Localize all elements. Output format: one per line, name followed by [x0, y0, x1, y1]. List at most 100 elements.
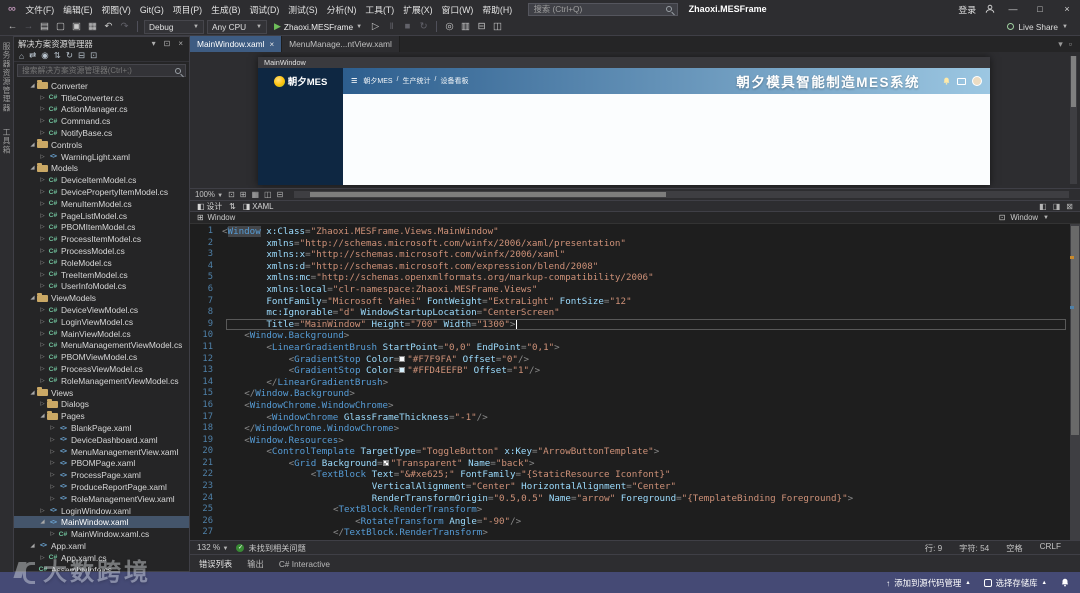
tree-item-ActionManager.cs[interactable]: ▷ C# ActionManager.cs [14, 104, 189, 116]
switch-views-icon[interactable]: ⇄ [29, 50, 36, 61]
expander-icon[interactable]: ▷ [38, 319, 47, 325]
tree-item-DeviceDashboard.xaml[interactable]: ▷ <> DeviceDashboard.xaml [14, 434, 189, 446]
xaml-code-editor[interactable]: 1 <Window x:Class="Zhaoxi.MESFrame.Views.… [190, 224, 1080, 540]
expander-icon[interactable]: ▷ [38, 342, 47, 348]
tree-item-ProcessViewModel.cs[interactable]: ▷ C# ProcessViewModel.cs [14, 363, 189, 375]
tree-item-App.xaml.cs[interactable]: ▷ C# App.xaml.cs [14, 552, 189, 564]
sync-active-document-icon[interactable]: ⇅ [54, 50, 61, 61]
solution-search-input[interactable] [22, 66, 171, 75]
panel-tab-0[interactable]: 错误列表 [199, 558, 232, 570]
menu-item-12[interactable]: 帮助(H) [478, 5, 517, 15]
code-line-8[interactable]: 8 mc:Ignorable="d" WindowStartupLocation… [190, 307, 1070, 319]
panel-tab-1[interactable]: 输出 [247, 558, 264, 570]
window-preview[interactable]: MainWindow 朝夕MES ≡ 朝夕MES / 生产统计 / 设备看板 朝… [258, 57, 990, 185]
tree-item-PBOMViewModel.cs[interactable]: ▷ C# PBOMViewModel.cs [14, 351, 189, 363]
tool-window-tab-0[interactable]: 服务器资源管理器 [1, 42, 12, 112]
menu-item-11[interactable]: 窗口(W) [437, 5, 478, 15]
expander-icon[interactable]: ▷ [38, 248, 47, 254]
float-window-icon[interactable]: ▫ [1069, 39, 1072, 49]
code-line-4[interactable]: 4 xmlns:d="http://schemas.microsoft.com/… [190, 261, 1070, 273]
preview-nav-item[interactable]: 生产统计 [403, 76, 431, 86]
code-line-12[interactable]: 12 <GradientStop Color= "#F7F9FA" Offset=… [190, 354, 1070, 366]
code-line-21[interactable]: 21 <Grid Background= "Transparent" Name="… [190, 458, 1070, 470]
expander-icon[interactable]: ▷ [38, 213, 47, 219]
indent-indicator[interactable]: 空格 [1006, 542, 1022, 554]
collapse-all-icon[interactable]: ⊟ [78, 50, 85, 61]
code-line-11[interactable]: 11 <LinearGradientBrush StartPoint="0,0"… [190, 342, 1070, 354]
bookmark-icon[interactable]: ⊟ [475, 19, 488, 35]
tree-item-PageListModel.cs[interactable]: ▷ C# PageListModel.cs [14, 210, 189, 222]
code-line-26[interactable]: 26 <RotateTransform Angle="-90"/> [190, 516, 1070, 528]
tree-item-DeviceViewModel.cs[interactable]: ▷ C# DeviceViewModel.cs [14, 304, 189, 316]
solution-platform-dropdown[interactable]: Any CPU ▼ [207, 19, 267, 34]
tree-item-Views[interactable]: ◢ Views [14, 387, 189, 399]
code-line-20[interactable]: 20 <ControlTemplate TargetType="ToggleBu… [190, 446, 1070, 458]
editor-layout-icon[interactable]: ◫ [491, 19, 504, 35]
expander-icon[interactable]: ▷ [38, 272, 47, 278]
editor-zoom-dropdown[interactable]: 132 % ▼ [197, 543, 228, 552]
code-line-19[interactable]: 19 <Window.Resources> [190, 435, 1070, 447]
document-health-indicator[interactable]: ✓ 未找到相关问题 [236, 542, 306, 554]
designer-vertical-scrollbar[interactable] [1070, 56, 1077, 184]
tree-item-Command.cs[interactable]: ▷ C# Command.cs [14, 115, 189, 127]
expander-icon[interactable]: ◢ [28, 390, 37, 396]
code-line-6[interactable]: 6 xmlns:local="clr-namespace:Zhaoxi.MESF… [190, 284, 1070, 296]
tree-item-NotifyBase.cs[interactable]: ▷ C# NotifyBase.cs [14, 127, 189, 139]
expander-icon[interactable]: ▷ [48, 531, 57, 537]
expander-icon[interactable]: ▷ [38, 106, 47, 112]
expander-icon[interactable]: ▷ [38, 331, 47, 337]
comment-icon[interactable]: ▥ [459, 19, 472, 35]
design-view-tab[interactable]: ◧ 设计 [197, 201, 222, 212]
expander-icon[interactable]: ▷ [38, 366, 47, 372]
menu-item-0[interactable]: 文件(F) [21, 5, 59, 15]
tree-item-RoleManagementView.xaml[interactable]: ▷ <> RoleManagementView.xaml [14, 493, 189, 505]
expander-icon[interactable]: ▷ [38, 177, 47, 183]
grid-toggle-icon[interactable]: ⊞ [240, 190, 247, 199]
notifications-bell-icon[interactable] [1060, 577, 1070, 588]
quick-search-box[interactable]: 搜索 (Ctrl+Q) [527, 2, 678, 16]
swap-panes-icon[interactable]: ⇅ [229, 202, 236, 211]
tree-item-AssemblyInfo.cs[interactable]: C# AssemblyInfo.cs [14, 564, 189, 571]
expander-icon[interactable]: ▷ [38, 236, 47, 242]
save-icon[interactable]: ▣ [70, 19, 83, 35]
xaml-view-tab[interactable]: ◨ XAML [243, 202, 274, 211]
tree-item-MenuManagementView.xaml[interactable]: ▷ <> MenuManagementView.xaml [14, 446, 189, 458]
expander-icon[interactable]: ◢ [28, 543, 37, 549]
expander-icon[interactable]: ▷ [38, 378, 47, 384]
expander-icon[interactable]: ▷ [38, 224, 47, 230]
solution-configuration-dropdown[interactable]: Debug ▼ [144, 19, 204, 34]
tree-item-ProduceReportPage.xaml[interactable]: ▷ <> ProduceReportPage.xaml [14, 481, 189, 493]
tree-item-DeviceItemModel.cs[interactable]: ▷ C# DeviceItemModel.cs [14, 174, 189, 186]
tree-item-PBOMPage.xaml[interactable]: ▷ <> PBOMPage.xaml [14, 458, 189, 470]
expander-icon[interactable]: ▷ [38, 508, 47, 514]
xaml-designer-surface[interactable]: MainWindow 朝夕MES ≡ 朝夕MES / 生产统计 / 设备看板 朝… [190, 52, 1080, 188]
undo-icon[interactable]: ↶ [102, 19, 115, 35]
code-line-5[interactable]: 5 xmlns:mc="http://schemas.openxmlformat… [190, 272, 1070, 284]
code-line-25[interactable]: 25 <TextBlock.RenderTransform> [190, 504, 1070, 516]
expander-icon[interactable]: ▷ [48, 472, 57, 478]
code-line-17[interactable]: 17 <WindowChrome GlassFrameThickness="-1… [190, 412, 1070, 424]
eol-indicator[interactable]: CRLF [1040, 542, 1061, 554]
add-to-source-control-button[interactable]: ↑ 添加到源代码管理 ▲ [886, 577, 971, 589]
tree-item-TreeItemModel.cs[interactable]: ▷ C# TreeItemModel.cs [14, 269, 189, 281]
close-button[interactable]: × [1058, 4, 1076, 14]
find-icon[interactable]: ◎ [443, 19, 456, 35]
breadcrumb-element[interactable]: Window [208, 213, 236, 222]
snaplines-icon[interactable]: ◫ [264, 190, 272, 199]
menu-item-1[interactable]: 编辑(E) [59, 5, 97, 15]
tree-item-Controls[interactable]: ◢ Controls [14, 139, 189, 151]
scrollbar-thumb[interactable] [1071, 56, 1076, 108]
code-line-2[interactable]: 2 xmlns="http://schemas.microsoft.com/wi… [190, 238, 1070, 250]
expander-icon[interactable]: ▷ [38, 130, 47, 136]
expander-icon[interactable]: ▷ [38, 201, 47, 207]
zoom-fit-icon[interactable]: ⊡ [228, 190, 235, 199]
tree-item-LoginWindow.xaml[interactable]: ▷ <> LoginWindow.xaml [14, 505, 189, 517]
menu-item-6[interactable]: 调试(D) [245, 5, 284, 15]
designer-horizontal-scrollbar[interactable] [294, 191, 1069, 198]
panel-tab-2[interactable]: C# Interactive [279, 559, 330, 569]
tree-item-Converter[interactable]: ◢ Converter [14, 80, 189, 92]
expander-icon[interactable]: ◢ [38, 519, 47, 525]
code-line-13[interactable]: 13 <GradientStop Color= "#FFD4EEFB" Offse… [190, 365, 1070, 377]
code-line-7[interactable]: 7 FontFamily="Microsoft YaHei" FontWeigh… [190, 296, 1070, 308]
expander-icon[interactable]: ◢ [28, 295, 37, 301]
